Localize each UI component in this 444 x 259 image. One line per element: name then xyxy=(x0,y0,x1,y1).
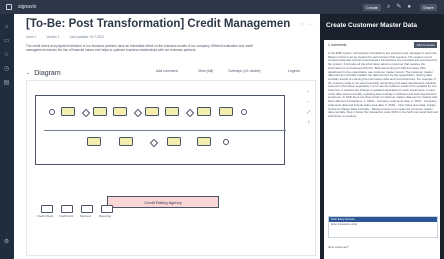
legend-label: Payment xyxy=(80,214,92,218)
panel-description: In the ERP system, all business transact… xyxy=(328,51,438,118)
start-event[interactable] xyxy=(49,109,55,115)
bpmn-task[interactable] xyxy=(145,107,159,116)
collapse-icon[interactable]: ⌄ xyxy=(26,70,30,76)
diagram-title: Diagram xyxy=(34,69,61,77)
credit-rating-agency-pool[interactable]: Credit Rating Agency xyxy=(107,196,219,208)
bpmn-task[interactable] xyxy=(165,107,179,116)
left-navigation: ⌂ ▭ ☆ ◷ ▤ ⚙ xyxy=(0,14,14,259)
updated-label: Last updated: 10.7.2022 xyxy=(69,35,104,39)
view-select[interactable]: View (full) xyxy=(198,69,213,73)
edit-icon[interactable]: ✎ xyxy=(396,3,401,11)
bpmn-task[interactable] xyxy=(93,107,107,116)
legend-label: Reporting xyxy=(99,214,112,218)
panel-title: Create Customer Master Data xyxy=(326,22,418,29)
folder-icon[interactable]: ▭ xyxy=(3,38,10,45)
create-button[interactable]: Create xyxy=(363,3,382,11)
process-description: The credit check and payment behavior of… xyxy=(26,44,253,53)
settings-icon[interactable]: ⚙ xyxy=(3,239,10,246)
apps-icon[interactable] xyxy=(6,4,12,10)
level-label: Level 1 xyxy=(26,35,37,39)
details-panel: Create Customer Master Data 1 comments A… xyxy=(320,14,444,259)
search-icon[interactable]: ⌕ xyxy=(387,3,390,11)
page-title: [To-Be: Post Transformation] Credit Mana… xyxy=(26,18,291,30)
comments-count: 1 comments xyxy=(328,43,347,47)
download-icon[interactable]: ⇩ xyxy=(307,119,313,125)
legend-item xyxy=(41,205,53,213)
legend-item xyxy=(81,205,93,213)
panel-footer: New customer? xyxy=(328,245,349,249)
bpmn-task[interactable] xyxy=(119,137,133,146)
bpmn-task[interactable] xyxy=(219,107,233,116)
bpmn-task[interactable] xyxy=(197,107,211,116)
add-comment-button[interactable]: Add comment xyxy=(414,42,437,48)
user-icon[interactable]: ● xyxy=(407,3,411,11)
star-icon[interactable]: ☆ xyxy=(3,52,10,59)
top-bar: signavio Create ⌕ ✎ ● Share xyxy=(0,0,444,14)
diagram-header: ⌄ Diagram Add comment View (full) Overla… xyxy=(26,66,316,80)
bpmn-pool xyxy=(35,95,286,166)
add-comment-link[interactable]: Add comment xyxy=(156,69,178,73)
bpmn-task[interactable] xyxy=(113,107,127,116)
bpmn-task[interactable] xyxy=(197,137,211,146)
bpmn-lane xyxy=(44,131,286,166)
clock-icon[interactable]: ◷ xyxy=(3,66,10,73)
legend-item xyxy=(101,205,113,213)
legend-label: Credit Limit xyxy=(59,214,74,218)
home-icon[interactable]: ⌂ xyxy=(3,24,10,31)
chart-icon[interactable]: ▤ xyxy=(3,80,10,87)
bpmn-task[interactable] xyxy=(61,107,75,116)
panel-body: 1 comments Add comment In the ERP system… xyxy=(324,40,440,259)
version-label: Version 1 xyxy=(46,35,60,39)
bpmn-task[interactable] xyxy=(87,137,101,146)
share-button[interactable]: Share xyxy=(420,3,437,11)
end-event[interactable] xyxy=(223,139,229,145)
bpmn-canvas[interactable]: Credit Rating Agency Credit Check Credit… xyxy=(26,80,316,256)
fit-icon[interactable]: ⤢ xyxy=(307,109,313,115)
sap-row: Enter transaction code xyxy=(331,223,357,226)
sap-screenshot: SAP Easy Access Enter transaction code xyxy=(328,216,438,238)
page-meta: Level 1 Version 1 Last updated: 10.7.202… xyxy=(26,35,104,39)
brand-name: signavio xyxy=(18,4,37,10)
legend-toggle[interactable]: Legend xyxy=(288,69,300,73)
zoom-in-icon[interactable]: + xyxy=(307,89,313,95)
legend-label: Credit Check xyxy=(37,214,54,218)
overlay-select[interactable]: Overlays (1/1 visible) xyxy=(228,69,261,73)
more-icon[interactable]: ⋯ xyxy=(308,22,313,28)
legend-item xyxy=(61,205,73,213)
star-icon[interactable]: ☆ xyxy=(300,22,304,28)
end-event[interactable] xyxy=(241,109,247,115)
bpmn-task[interactable] xyxy=(167,137,181,146)
zoom-out-icon[interactable]: − xyxy=(307,99,313,105)
main-content: [To-Be: Post Transformation] Credit Mana… xyxy=(14,14,320,259)
